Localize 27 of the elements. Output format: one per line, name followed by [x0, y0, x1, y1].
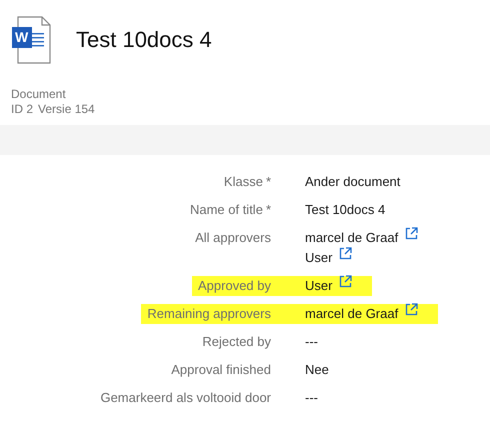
- field-label: Name of title *: [188, 201, 272, 219]
- field-label: Klasse *: [222, 173, 272, 191]
- document-title: Test 10docs 4: [76, 27, 212, 53]
- field-value: Nee: [305, 362, 329, 378]
- external-link-icon[interactable]: [339, 247, 352, 260]
- document-type: Document: [11, 87, 67, 102]
- field-label: Gemarkeerd als voltooid door: [99, 389, 272, 407]
- field-label: Approved by: [192, 276, 305, 296]
- document-version: Versie 154: [38, 102, 95, 116]
- field-value: ---: [305, 390, 318, 406]
- external-link-icon[interactable]: [405, 227, 418, 240]
- field-label: Rejected by: [201, 333, 272, 351]
- field-value: marcel de Graaf: [305, 230, 398, 246]
- field-value: Test 10docs 4: [305, 202, 386, 218]
- field-label: All approvers: [194, 229, 272, 247]
- external-link-icon[interactable]: [339, 275, 352, 288]
- field-value: User: [305, 250, 332, 266]
- word-logo-letter: W: [15, 29, 28, 45]
- field-label: Approval finished: [170, 361, 272, 379]
- field-value: marcel de Graaf: [305, 306, 398, 322]
- field-value: Ander document: [305, 174, 400, 190]
- field-value: User: [305, 278, 332, 294]
- word-document-icon: [12, 15, 52, 65]
- field-label: Remaining approvers: [141, 304, 305, 324]
- external-link-icon[interactable]: [405, 303, 418, 316]
- document-id: ID 2: [11, 102, 34, 116]
- field-value: ---: [305, 334, 318, 350]
